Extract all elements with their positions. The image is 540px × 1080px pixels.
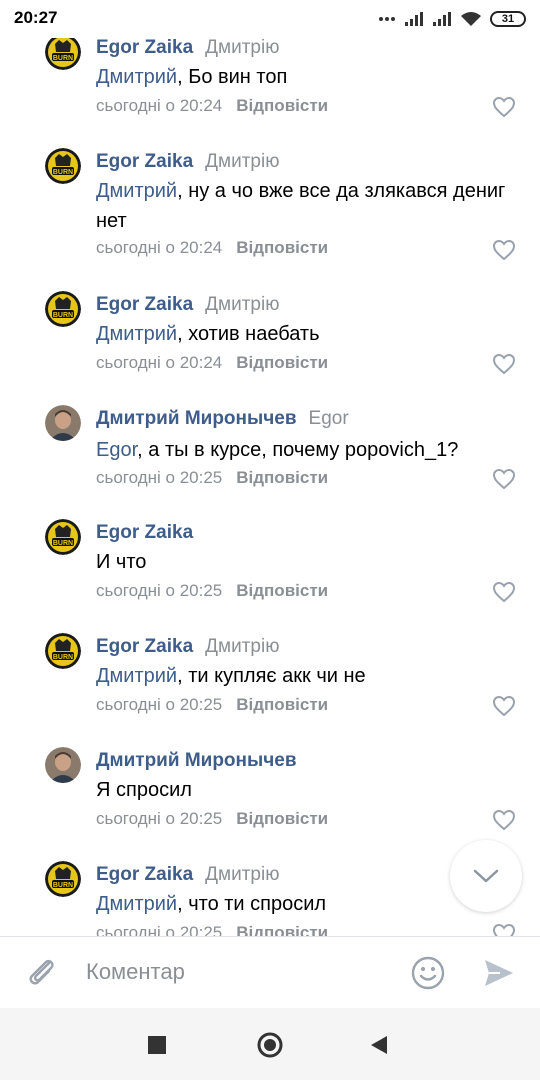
svg-text:BURN: BURN <box>53 882 73 889</box>
comment-text: И что <box>96 551 147 573</box>
mention-link[interactable]: Дмитрий <box>96 665 177 687</box>
reply-button[interactable]: Відповісти <box>236 695 328 714</box>
paperclip-icon[interactable] <box>24 955 58 991</box>
smiley-icon[interactable] <box>410 955 446 991</box>
comment-date: сьогодні о 20:24 <box>96 96 223 115</box>
avatar[interactable] <box>45 405 81 441</box>
heart-icon[interactable] <box>492 923 516 936</box>
signal-icon <box>405 12 423 26</box>
chevron-down-icon <box>473 869 499 883</box>
svg-text:BURN: BURN <box>53 169 73 176</box>
comment-date: сьогодні о 20:25 <box>96 695 223 714</box>
comment-date: сьогодні о 20:24 <box>96 353 223 372</box>
comment-author[interactable]: Egor Zaika <box>96 864 193 885</box>
heart-icon[interactable] <box>492 96 516 118</box>
heart-icon[interactable] <box>492 581 516 603</box>
reply-to: Дмитрію <box>205 151 280 172</box>
recents-square-icon[interactable] <box>148 1036 166 1054</box>
heart-icon[interactable] <box>492 353 516 375</box>
comment-text: Дмитрий, хотив наебать <box>96 323 320 345</box>
avatar[interactable]: BURN <box>45 861 81 897</box>
comment-author[interactable]: Дмитрий Миронычев <box>96 408 297 429</box>
avatar[interactable]: BURN <box>45 519 81 555</box>
comment-text: Дмитрий, ти купляє акк чи не <box>96 665 366 687</box>
mention-link[interactable]: Дмитрий <box>96 180 177 202</box>
heart-icon[interactable] <box>492 695 516 717</box>
battery-level: 31 <box>501 13 515 25</box>
comment-date: сьогодні о 20:25 <box>96 809 223 828</box>
battery-icon: 31 <box>490 11 526 27</box>
comment-text: Дмитрий, Бо вин топ <box>96 66 288 88</box>
svg-text:BURN: BURN <box>53 312 73 319</box>
comment-author[interactable]: Egor Zaika <box>96 522 193 543</box>
reply-button[interactable]: Відповісти <box>236 923 328 936</box>
comment-composer <box>0 936 540 1009</box>
back-triangle-icon[interactable] <box>370 1035 388 1055</box>
reply-button[interactable]: Відповісти <box>236 581 328 600</box>
comment-input[interactable] <box>86 955 386 989</box>
avatar[interactable]: BURN <box>45 633 81 669</box>
avatar[interactable]: BURN <box>45 34 81 70</box>
reply-button[interactable]: Відповісти <box>236 809 328 828</box>
comment-date: сьогодні о 20:25 <box>96 923 223 936</box>
comment-author[interactable]: Egor Zaika <box>96 151 193 172</box>
more-dots-icon <box>379 17 395 21</box>
comment-author[interactable]: Egor Zaika <box>96 636 193 657</box>
comment-author[interactable]: Дмитрий Миронычев <box>96 750 297 771</box>
comments-feed[interactable]: BURN Egor Zaika Дмитрію Дмитрий, Бо вин т… <box>0 0 540 936</box>
heart-icon[interactable] <box>492 809 516 831</box>
svg-text:BURN: BURN <box>53 55 73 62</box>
reply-to: Дмитрію <box>205 37 280 58</box>
mention-link[interactable]: Дмитрий <box>96 893 177 915</box>
mention-link[interactable]: Дмитрий <box>96 66 177 88</box>
reply-button[interactable]: Відповісти <box>236 468 328 487</box>
svg-text:BURN: BURN <box>53 540 73 547</box>
mention-link[interactable]: Дмитрий <box>96 323 177 345</box>
reply-button[interactable]: Відповісти <box>236 353 328 372</box>
status-time: 20:27 <box>14 8 58 27</box>
comment-text: Дмитрий, что ти спросил <box>96 893 327 915</box>
comment-date: сьогодні о 20:25 <box>96 581 223 600</box>
reply-to: Egor <box>308 408 349 429</box>
status-icons: 31 <box>378 8 526 30</box>
comment-text: Дмитрий, ну а чо вже все да злякався ден… <box>96 180 506 232</box>
avatar[interactable]: BURN <box>45 291 81 327</box>
reply-button[interactable]: Відповісти <box>236 238 328 257</box>
comment-date: сьогодні о 20:24 <box>96 238 223 257</box>
send-icon[interactable] <box>482 956 516 990</box>
signal-icon <box>433 12 451 26</box>
status-bar: 20:27 31 <box>0 0 540 38</box>
reply-button[interactable]: Відповісти <box>236 96 328 115</box>
svg-text:BURN: BURN <box>53 654 73 661</box>
scroll-down-button[interactable] <box>450 840 522 912</box>
heart-icon[interactable] <box>492 239 516 261</box>
system-nav-bar <box>0 1008 540 1080</box>
comment-text: Egor, а ты в курсе, почему popovich_1? <box>96 439 459 461</box>
avatar[interactable] <box>45 747 81 783</box>
reply-to: Дмитрію <box>205 864 280 885</box>
wifi-icon <box>461 12 481 26</box>
home-circle-icon[interactable] <box>256 1031 284 1059</box>
mention-link[interactable]: Egor <box>96 439 137 461</box>
reply-to: Дмитрію <box>205 636 280 657</box>
comment-author[interactable]: Egor Zaika <box>96 37 193 58</box>
comment-date: сьогодні о 20:25 <box>96 468 223 487</box>
reply-to: Дмитрію <box>205 294 280 315</box>
comment-author[interactable]: Egor Zaika <box>96 294 193 315</box>
comment-text: Я спросил <box>96 779 192 801</box>
heart-icon[interactable] <box>492 468 516 490</box>
avatar[interactable]: BURN <box>45 148 81 184</box>
